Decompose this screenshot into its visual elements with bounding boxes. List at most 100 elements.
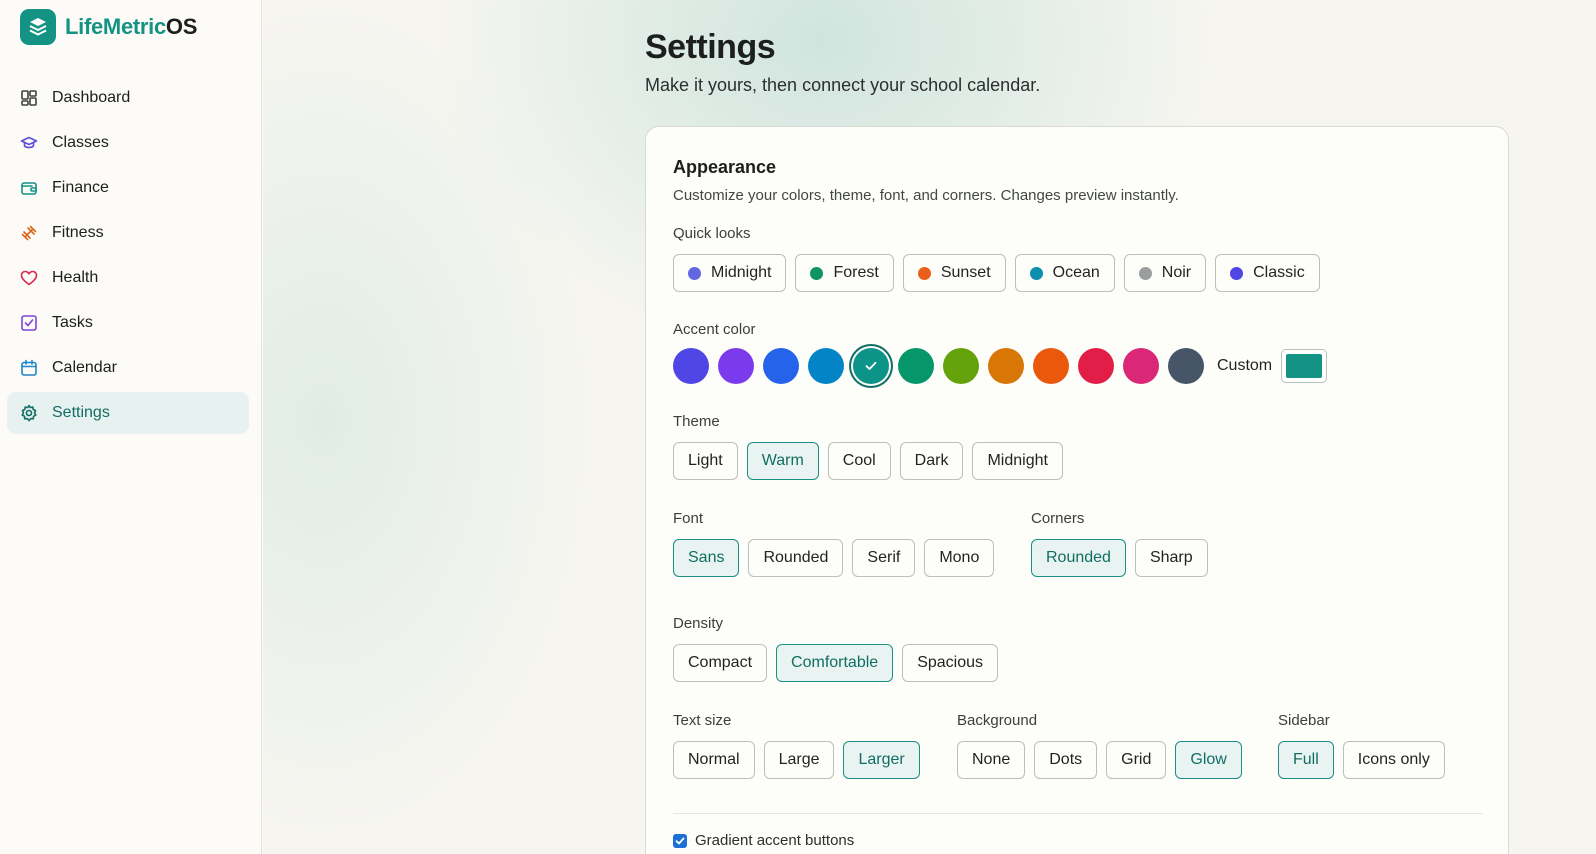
accent-swatch[interactable] <box>763 348 799 384</box>
sidebar-item-label: Dashboard <box>52 89 131 106</box>
text-size-group: Normal Large Larger <box>673 741 929 779</box>
quick-look-label: Midnight <box>711 264 772 281</box>
brand-name: LifeMetricOS <box>65 14 197 40</box>
sidebar-item-settings[interactable]: Settings <box>7 392 249 434</box>
main-content: Settings Make it yours, then connect you… <box>263 0 1596 854</box>
background-option-glow[interactable]: Glow <box>1175 741 1242 779</box>
quick-look-label: Ocean <box>1052 264 1100 281</box>
custom-color-preview <box>1286 354 1323 378</box>
appearance-description: Customize your colors, theme, font, and … <box>673 187 1179 204</box>
accent-swatch[interactable] <box>988 348 1024 384</box>
gear-icon <box>21 404 37 422</box>
font-option-rounded[interactable]: Rounded <box>748 539 844 577</box>
density-option-compact[interactable]: Compact <box>673 644 768 682</box>
quick-look-sunset[interactable]: Sunset <box>902 254 1006 292</box>
background-option-grid[interactable]: Grid <box>1106 741 1167 779</box>
density-option-spacious[interactable]: Spacious <box>902 644 999 682</box>
accent-swatch[interactable] <box>1078 348 1114 384</box>
color-dot-icon <box>810 266 824 280</box>
font-option-mono[interactable]: Mono <box>924 539 995 577</box>
font-group: Sans Rounded Serif Mono <box>673 539 1003 577</box>
accent-swatch[interactable] <box>1123 348 1159 384</box>
accent-swatch[interactable] <box>718 348 754 384</box>
sidebar-item-label: Fitness <box>52 224 104 241</box>
corners-option-rounded[interactable]: Rounded <box>1031 539 1126 577</box>
sidebar-nav: Dashboard Classes Finance Fitness Health Task… <box>7 77 249 437</box>
page-subtitle: Make it yours, then connect your school … <box>645 75 1041 95</box>
quick-look-label: Classic <box>1253 264 1305 281</box>
sidebar-item-calendar[interactable]: Calendar <box>7 347 249 389</box>
sidebar-style-option-icons-only[interactable]: Icons only <box>1342 741 1445 779</box>
sidebar-item-fitness[interactable]: Fitness <box>7 212 249 254</box>
theme-option-dark[interactable]: Dark <box>899 442 964 480</box>
brand[interactable]: LifeMetricOS <box>20 9 197 45</box>
accent-swatch[interactable] <box>673 348 709 384</box>
background-option-dots[interactable]: Dots <box>1034 741 1098 779</box>
accent-swatch[interactable] <box>898 348 934 384</box>
quick-looks-group: Midnight Forest Sunset Ocean Noir Classic <box>673 254 1329 292</box>
sidebar-item-classes[interactable]: Classes <box>7 122 249 164</box>
color-dot-icon <box>688 266 701 280</box>
color-dot-icon <box>1029 266 1043 280</box>
sidebar-item-dashboard[interactable]: Dashboard <box>7 77 249 119</box>
wallet-icon <box>21 182 37 195</box>
quick-look-midnight[interactable]: Midnight <box>673 254 787 292</box>
density-option-comfortable[interactable]: Comfortable <box>776 644 894 682</box>
page-title: Settings <box>645 28 776 66</box>
graduation-cap-icon <box>20 136 38 149</box>
sidebar-item-finance[interactable]: Finance <box>7 167 249 209</box>
background-option-none[interactable]: None <box>957 741 1026 779</box>
quick-look-ocean[interactable]: Ocean <box>1014 254 1115 292</box>
brand-name-part2: OS <box>165 14 198 39</box>
density-label: Density <box>673 615 724 632</box>
text-size-option-normal[interactable]: Normal <box>673 741 755 779</box>
quick-look-forest[interactable]: Forest <box>795 254 894 292</box>
sidebar-item-label: Finance <box>52 179 109 196</box>
quick-look-noir[interactable]: Noir <box>1123 254 1207 292</box>
checkbox-icon <box>21 315 37 331</box>
quick-look-label: Forest <box>833 264 879 281</box>
text-size-option-large[interactable]: Large <box>763 741 835 779</box>
theme-option-light[interactable]: Light <box>673 442 738 480</box>
theme-group: Light Warm Cool Dark Midnight <box>673 442 1072 480</box>
sidebar-item-label: Tasks <box>52 314 93 331</box>
accent-swatch[interactable] <box>1033 348 1069 384</box>
theme-option-warm[interactable]: Warm <box>746 442 819 480</box>
background-label: Background <box>957 712 1038 729</box>
text-size-option-larger[interactable]: Larger <box>843 741 920 779</box>
accent-color-label: Accent color <box>673 321 756 338</box>
sidebar-item-tasks[interactable]: Tasks <box>7 302 249 344</box>
color-dot-icon <box>1138 266 1152 280</box>
font-option-serif[interactable]: Serif <box>852 539 916 577</box>
sidebar-style-label: Sidebar <box>1278 712 1330 729</box>
gradient-buttons-label: Gradient accent buttons <box>695 832 855 849</box>
theme-option-midnight[interactable]: Midnight <box>972 442 1063 480</box>
checkbox-checked-icon[interactable] <box>673 833 687 848</box>
theme-option-cool[interactable]: Cool <box>827 442 891 480</box>
corners-group: Rounded Sharp <box>1031 539 1217 577</box>
sidebar-style-option-full[interactable]: Full <box>1278 741 1334 779</box>
custom-color-label: Custom <box>1217 357 1273 374</box>
corners-option-sharp[interactable]: Sharp <box>1134 539 1208 577</box>
heart-icon <box>20 270 38 286</box>
sidebar-item-label: Calendar <box>52 359 117 376</box>
custom-color-picker[interactable] <box>1281 349 1328 383</box>
quick-look-classic[interactable]: Classic <box>1215 254 1320 292</box>
accent-swatch[interactable] <box>853 348 889 384</box>
accent-swatch[interactable] <box>1168 348 1204 384</box>
sidebar-item-label: Classes <box>52 134 109 151</box>
theme-label: Theme <box>673 413 720 430</box>
dashboard-icon <box>21 90 37 106</box>
density-group: Compact Comfortable Spacious <box>673 644 1007 682</box>
gradient-buttons-toggle[interactable]: Gradient accent buttons <box>673 832 854 849</box>
calendar-icon <box>21 359 37 376</box>
accent-swatch[interactable] <box>808 348 844 384</box>
font-option-sans[interactable]: Sans <box>673 539 740 577</box>
appearance-title: Appearance <box>673 157 777 177</box>
brand-name-part1: LifeMetric <box>65 14 166 39</box>
quick-looks-label: Quick looks <box>673 225 751 242</box>
quick-look-label: Noir <box>1161 264 1192 281</box>
sidebar-item-health[interactable]: Health <box>7 257 249 299</box>
accent-swatch[interactable] <box>943 348 979 384</box>
accent-color-group: Custom <box>673 348 1328 384</box>
